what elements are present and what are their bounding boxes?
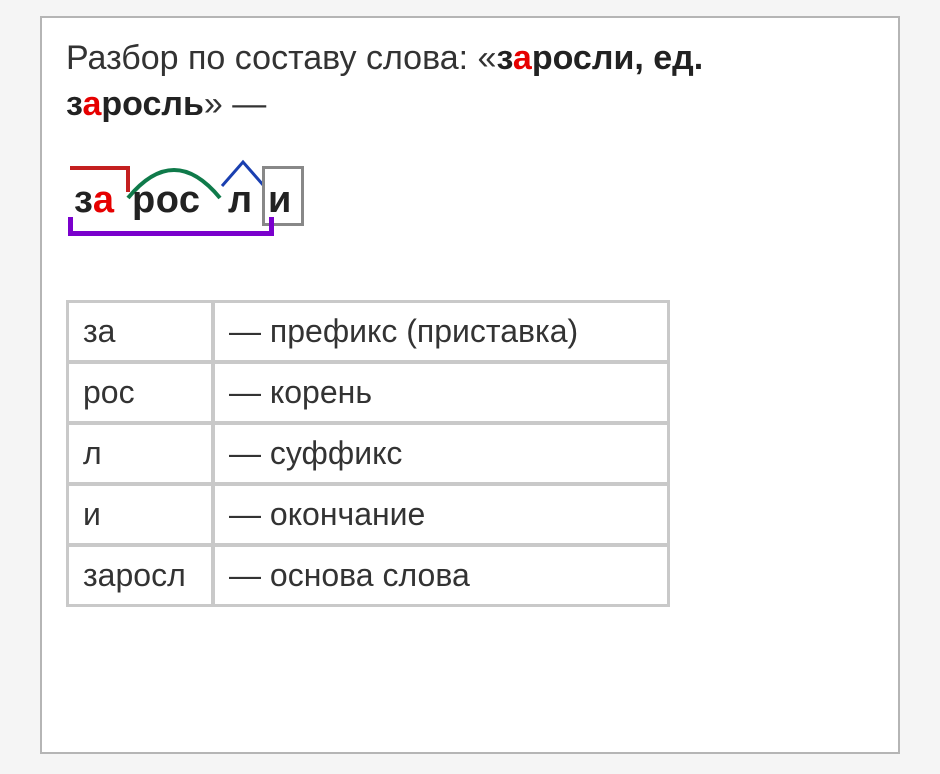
content-card: Разбор по составу слова: «заросли, ед. з… (40, 16, 900, 754)
cell-desc: — основа слова (214, 546, 668, 605)
title-lead: Разбор по составу слова: « (66, 39, 496, 77)
table-row: рос — корень (68, 363, 668, 422)
diagram-suffix: л (228, 179, 253, 222)
title-word2-post: росль (101, 85, 204, 123)
title-word2-highlight: а (82, 85, 101, 123)
diagram-root: рос (132, 179, 201, 222)
cell-part: л (68, 424, 212, 483)
cell-desc: — суффикс (214, 424, 668, 483)
table-row: заросл — основа слова (68, 546, 668, 605)
cell-desc: — корень (214, 363, 668, 422)
title-word1-pre: з (496, 39, 512, 77)
cell-part: заросл (68, 546, 212, 605)
diagram-prefix-pre: з (74, 179, 93, 221)
title: Разбор по составу слова: «заросли, ед. з… (66, 36, 874, 128)
diagram-ending: и (268, 179, 292, 222)
table-row: л — суффикс (68, 424, 668, 483)
diagram-prefix: за (74, 179, 115, 222)
cell-desc: — окончание (214, 485, 668, 544)
table-row: и — окончание (68, 485, 668, 544)
diagram-prefix-highlight: а (93, 179, 115, 221)
cell-part: и (68, 485, 212, 544)
title-word1-post: росли, ед. (532, 39, 703, 77)
title-word1-highlight: а (513, 39, 532, 77)
morpheme-diagram: за рос л и (68, 158, 874, 240)
cell-desc: — префикс (приставка) (214, 302, 668, 361)
table-row: за — префикс (приставка) (68, 302, 668, 361)
cell-part: за (68, 302, 212, 361)
morpheme-table: за — префикс (приставка) рос — корень л … (66, 300, 670, 607)
cell-part: рос (68, 363, 212, 422)
title-word2-pre: з (66, 85, 82, 123)
title-tail: » — (204, 85, 266, 123)
page: Разбор по составу слова: «заросли, ед. з… (0, 0, 940, 774)
